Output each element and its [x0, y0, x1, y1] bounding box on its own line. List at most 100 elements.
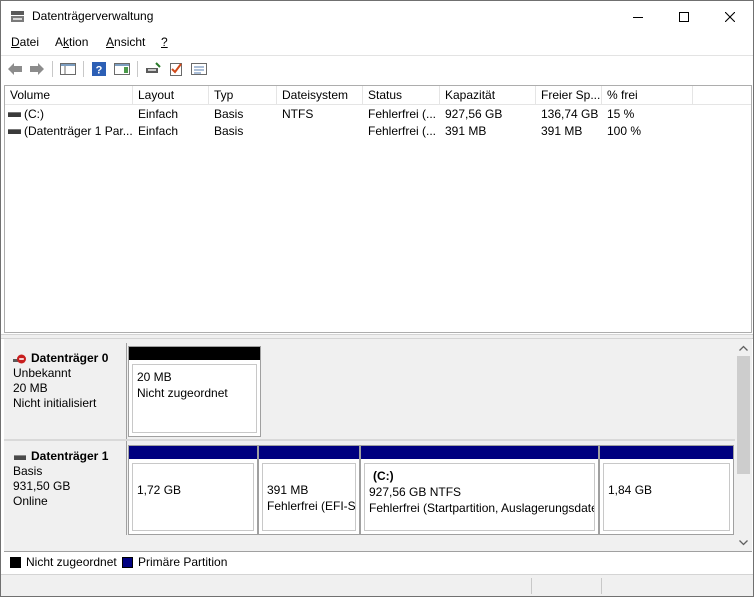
check-properties-button[interactable] [166, 59, 186, 79]
disk-1-type: Basis [13, 464, 43, 478]
menu-help[interactable]: ? [161, 35, 168, 49]
console-tree-button[interactable] [58, 59, 78, 79]
toolbar-separator [137, 61, 138, 77]
cell-capacity: 391 MB [445, 124, 487, 138]
chevron-down-icon [739, 539, 748, 545]
partition-status: Fehlerfrei (EFI-Sy [267, 499, 356, 513]
partition-size: 20 MB [137, 370, 172, 384]
console-tree-icon [60, 63, 76, 75]
partition-disk1-4[interactable]: 1,84 GB [599, 445, 734, 535]
title-bar[interactable]: Datenträgerverwaltung [1, 1, 753, 32]
disk-graphical-view: Datenträger 0 Unbekannt 20 MB Nicht init… [4, 339, 752, 551]
disk-1-name: Datenträger 1 [31, 449, 109, 463]
legend-label: Primäre Partition [138, 555, 228, 569]
cell-status: Fehlerfrei (... [368, 124, 437, 138]
column-header-filesystem[interactable]: Dateisystem [277, 86, 363, 105]
svg-text:?: ? [96, 65, 103, 77]
cell-filesystem: NTFS [282, 107, 314, 121]
volume-list-header: Volume Layout Typ Dateisystem Status Kap… [5, 86, 751, 105]
partition-title: (C:) [373, 469, 394, 483]
legend-label: Nicht zugeordnet [26, 555, 117, 569]
close-button[interactable] [707, 1, 753, 32]
minimize-icon [633, 16, 643, 18]
maximize-icon [679, 11, 689, 22]
partition-disk1-efi[interactable]: 391 MB Fehlerfrei (EFI-Sy [258, 445, 360, 535]
settings-list-button[interactable] [189, 59, 209, 79]
maximize-button[interactable] [661, 1, 707, 32]
window-title: Datenträgerverwaltung [32, 9, 154, 23]
partition-disk1-c[interactable]: (C:) 927,56 GB NTFS Fehlerfrei (Startpar… [360, 445, 599, 535]
status-bar [1, 574, 753, 596]
disk-management-window: Datenträgerverwaltung Datei Aktion Ansic… [0, 0, 754, 597]
legend: Nicht zugeordnet Primäre Partition [4, 551, 752, 572]
legend-primary: Primäre Partition [122, 555, 227, 569]
column-header-capacity[interactable]: Kapazität [440, 86, 536, 105]
menu-aktion[interactable]: Aktion [55, 35, 88, 49]
column-header-volume[interactable]: Volume [5, 86, 133, 105]
forward-arrow-icon [30, 63, 44, 75]
toolbar-separator [83, 61, 84, 77]
disk-icon [14, 454, 26, 460]
legend-unallocated: Nicht zugeordnet [10, 555, 117, 569]
settings-list-icon [191, 63, 207, 75]
connect-disk-button[interactable] [143, 59, 163, 79]
back-arrow-icon [8, 63, 22, 75]
forward-button[interactable] [27, 59, 47, 79]
scroll-up-button[interactable] [735, 339, 752, 356]
disk-0-state: Nicht initialisiert [13, 396, 97, 410]
partition-size: 927,56 GB NTFS [369, 485, 462, 499]
disk-uninitialized-icon [13, 354, 26, 363]
partition-size: 1,72 GB [137, 483, 182, 497]
close-icon [725, 11, 735, 22]
partition-disk0-unallocated[interactable]: 20 MB Nicht zugeordnet [128, 346, 261, 437]
disk-0-name: Datenträger 0 [31, 351, 109, 365]
vertical-scrollbar[interactable] [735, 339, 752, 551]
unallocated-swatch [10, 556, 21, 568]
disk-0-label[interactable]: Datenträger 0 Unbekannt 20 MB Nicht init… [4, 343, 127, 439]
volume-list[interactable]: Volume Layout Typ Dateisystem Status Kap… [4, 85, 752, 333]
disk-1-state: Online [13, 494, 48, 508]
table-row[interactable]: (C:) Einfach Basis NTFS Fehlerfrei (... … [5, 106, 751, 123]
minimize-button[interactable] [615, 1, 661, 32]
menu-bar: Datei Aktion Ansicht ? [1, 32, 753, 54]
cell-type: Basis [214, 124, 244, 138]
scrollbar-thumb[interactable] [737, 356, 750, 474]
cell-type: Basis [214, 107, 244, 121]
primary-partition-stripe [259, 446, 359, 459]
help-button[interactable]: ? [89, 59, 109, 79]
partition-status: Nicht zugeordnet [137, 386, 228, 400]
column-header-layout[interactable]: Layout [133, 86, 209, 105]
disk-1-label[interactable]: Datenträger 1 Basis 931,50 GB Online [4, 441, 127, 535]
show-action-pane-icon [114, 63, 130, 75]
primary-partition-stripe [129, 446, 257, 459]
table-row[interactable]: (Datenträger 1 Par... Einfach Basis Fehl… [5, 123, 751, 140]
connect-disk-icon [146, 62, 161, 73]
cell-percent-free: 100 % [607, 124, 642, 138]
cell-percent-free: 15 % [607, 107, 635, 121]
cell-free-space: 391 MB [541, 124, 583, 138]
check-properties-icon [170, 63, 182, 76]
cell-volume: (Datenträger 1 Par... [24, 124, 133, 138]
cell-layout: Einfach [138, 107, 179, 121]
partition-size: 391 MB [267, 483, 309, 497]
cell-status: Fehlerfrei (... [368, 107, 437, 121]
scroll-down-button[interactable] [735, 534, 752, 551]
toolbar: ? [1, 55, 753, 82]
column-header-type[interactable]: Typ [209, 86, 277, 105]
action-pane-button[interactable] [112, 59, 132, 79]
column-header-status[interactable]: Status [363, 86, 440, 105]
chevron-up-icon [739, 345, 748, 351]
help-icon: ? [92, 62, 106, 77]
partition-disk1-1[interactable]: 1,72 GB [128, 445, 258, 535]
disk-0-size: 20 MB [13, 381, 48, 395]
disk-1-size: 931,50 GB [13, 479, 71, 493]
back-button[interactable] [5, 59, 25, 79]
toolbar-separator [52, 61, 53, 77]
cell-volume: (C:) [24, 107, 44, 121]
disk-management-icon [11, 11, 24, 22]
menu-ansicht[interactable]: Ansicht [106, 35, 145, 49]
cell-filesystem [277, 123, 363, 140]
column-header-free-space[interactable]: Freier Sp... [536, 86, 602, 105]
column-header-percent-free[interactable]: % frei [602, 86, 693, 105]
menu-datei[interactable]: Datei [11, 35, 39, 49]
